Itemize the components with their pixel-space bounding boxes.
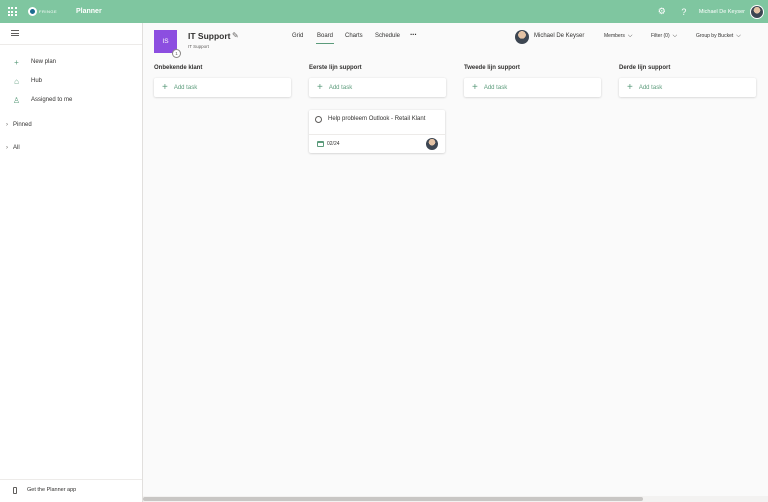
- sidebar-item-assigned-to-me[interactable]: ♙ Assigned to me: [0, 92, 142, 108]
- chevron-right-icon: ›: [6, 145, 8, 151]
- owner-avatar[interactable]: [515, 30, 529, 44]
- add-task-label: Add task: [328, 84, 353, 91]
- task-title: Help probleem Outlook - Retail Klant: [328, 116, 426, 122]
- sidebar-group-label: All: [13, 145, 20, 151]
- sidebar-footer-divider: [0, 479, 142, 480]
- add-task-label: Add task: [638, 84, 663, 91]
- filter-label: Filter (0): [651, 33, 670, 39]
- plan-title: IT Support: [188, 31, 231, 41]
- plan-badge: 1: [172, 49, 181, 58]
- members-dropdown[interactable]: Members ⌵: [604, 33, 632, 40]
- group-by-dropdown[interactable]: Group by Bucket ⌵: [696, 33, 741, 40]
- task-divider: [309, 134, 445, 135]
- sidebar-item-label: Assigned to me: [31, 97, 73, 103]
- tab-grid[interactable]: Grid: [292, 33, 303, 39]
- chevron-down-icon: ⌵: [672, 33, 678, 39]
- task-card[interactable]: Help probleem Outlook - Retail Klant 02/…: [309, 110, 445, 153]
- sidebar-group-label: Pinned: [13, 122, 32, 128]
- chevron-down-icon: ⌵: [627, 33, 633, 39]
- horizontal-scrollbar[interactable]: [143, 496, 768, 502]
- get-app-label: Get the Planner app: [27, 487, 77, 493]
- get-planner-app-link[interactable]: Get the Planner app: [0, 483, 142, 497]
- sidebar-item-label: Hub: [31, 78, 43, 84]
- active-tab-indicator: [316, 43, 334, 44]
- plus-icon: +: [472, 81, 478, 93]
- top-bar: FRINGE Planner ⚙ ? Michael De Keyser: [0, 0, 768, 23]
- scrollbar-thumb[interactable]: [143, 497, 643, 501]
- waffle-icon: [7, 7, 17, 16]
- sidebar-item-hub[interactable]: ⌂ Hub: [0, 73, 142, 89]
- plan-initials: IS: [162, 38, 169, 45]
- plus-icon: +: [14, 57, 19, 67]
- calendar-icon: [317, 141, 324, 147]
- sidebar-group-pinned[interactable]: › Pinned: [0, 117, 142, 133]
- plus-icon: +: [627, 81, 633, 93]
- add-task-label: Add task: [173, 84, 198, 91]
- tab-charts[interactable]: Charts: [345, 33, 363, 39]
- assignee-avatar[interactable]: [426, 138, 438, 150]
- plus-icon: +: [317, 81, 323, 93]
- sidebar-item-label: New plan: [31, 59, 57, 65]
- bucket-title[interactable]: Eerste lijn support: [309, 65, 362, 71]
- tab-board[interactable]: Board: [317, 33, 333, 39]
- tab-schedule[interactable]: Schedule: [375, 33, 400, 39]
- task-due-date: 02/24: [327, 141, 340, 147]
- user-avatar[interactable]: [750, 4, 764, 19]
- sidebar: + New plan ⌂ Hub ♙ Assigned to me › Pinn…: [0, 23, 143, 502]
- sidebar-item-new-plan[interactable]: + New plan: [0, 54, 142, 70]
- logo-text: FRINGE: [39, 9, 58, 14]
- filter-dropdown[interactable]: Filter (0) ⌵: [651, 33, 677, 40]
- bucket-title[interactable]: Tweede lijn support: [464, 65, 520, 71]
- person-icon: ♙: [12, 95, 21, 105]
- sidebar-divider: [0, 44, 142, 45]
- members-label: Members: [604, 33, 625, 39]
- complete-task-checkbox[interactable]: [315, 116, 322, 123]
- pin-icon[interactable]: ✎: [232, 31, 239, 40]
- chevron-down-icon: ⌵: [736, 33, 741, 39]
- sidebar-group-all[interactable]: › All: [0, 140, 142, 156]
- hamburger-menu-icon[interactable]: [11, 30, 19, 36]
- company-logo[interactable]: FRINGE: [28, 7, 64, 16]
- help-icon[interactable]: ?: [673, 0, 695, 23]
- add-task-label: Add task: [483, 84, 508, 91]
- chevron-right-icon: ›: [6, 122, 8, 128]
- plus-icon: +: [162, 81, 168, 93]
- bucket-title[interactable]: Derde lijn support: [619, 65, 670, 71]
- home-icon: ⌂: [14, 76, 19, 86]
- add-task-button[interactable]: + Add task: [154, 78, 291, 97]
- group-by-label: Group by Bucket: [696, 33, 734, 39]
- phone-icon: [13, 486, 17, 494]
- app-name[interactable]: Planner: [76, 8, 102, 15]
- owner-name[interactable]: Michael De Keyser: [534, 33, 584, 39]
- plan-group-link[interactable]: IT Support: [188, 44, 209, 49]
- logo-mark-icon: [28, 7, 37, 16]
- more-options-icon[interactable]: ···: [410, 30, 417, 39]
- bucket-title[interactable]: Onbekende klant: [154, 65, 202, 71]
- user-name[interactable]: Michael De Keyser: [699, 9, 745, 15]
- add-task-button[interactable]: + Add task: [619, 78, 756, 97]
- add-task-button[interactable]: + Add task: [464, 78, 601, 97]
- settings-gear-icon[interactable]: ⚙: [651, 0, 673, 23]
- app-launcher-button[interactable]: [0, 0, 24, 23]
- add-task-button[interactable]: + Add task: [309, 78, 446, 97]
